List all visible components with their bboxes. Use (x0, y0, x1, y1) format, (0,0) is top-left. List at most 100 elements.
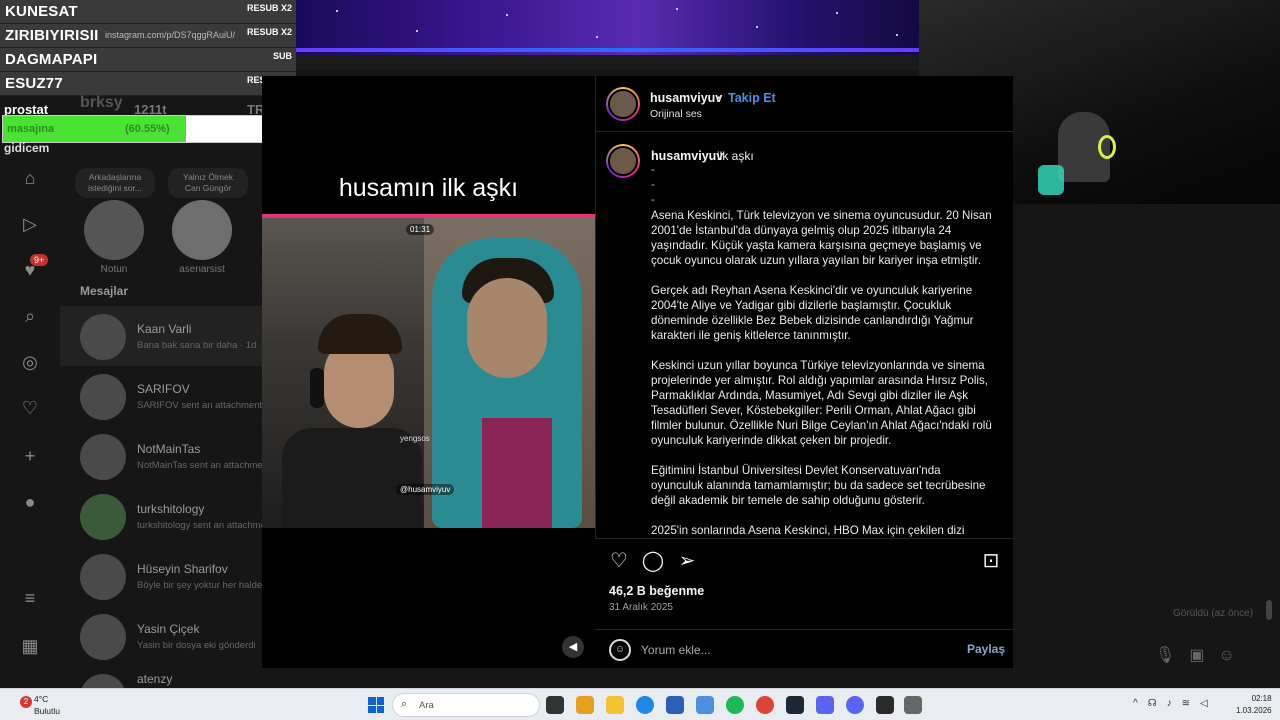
image-icon[interactable]: ▣ (1189, 647, 1204, 664)
overlay-text: gidicem (4, 141, 50, 155)
chat-item[interactable]: NotMainTas NotMainTas sent an attachment (60, 426, 262, 486)
app-icon[interactable] (816, 696, 834, 714)
chat-name: atenzy (137, 672, 173, 686)
goal-label: masajına (7, 123, 55, 135)
chat-name: NotMainTas (137, 442, 201, 456)
chat-item[interactable]: SARIFOV SARIFOV sent an attachment (60, 366, 262, 426)
sub-alert: KUNESAT RESUB X2 (0, 0, 296, 24)
post-media[interactable]: husamın ilk aşkı 01:31 yengsos @husamviy… (262, 76, 595, 668)
microphone-icon[interactable]: 🎙 (1155, 647, 1175, 664)
separator-dot: • (717, 91, 722, 105)
wifi-icon[interactable]: ≋ (1182, 698, 1190, 709)
caption-paragraph: Asena Keskinci, Türk televizyon ve sinem… (651, 209, 992, 267)
post-actions: ♡ ◯ ➢ ⊡ 46,2 B beğenme 31 Aralık 2025 ☺ … (595, 538, 1013, 668)
chat-name: Kaan Varli (137, 322, 192, 336)
store-icon[interactable] (666, 696, 684, 714)
search-icon[interactable]: ⌕ (18, 304, 42, 328)
caption-dash: - (651, 164, 655, 176)
chat-item[interactable]: atenzy (60, 666, 262, 688)
chevron-up-icon[interactable]: ^ (1133, 698, 1138, 709)
note-item[interactable]: asenarsist (170, 200, 234, 275)
comment-icon[interactable]: ◯ (641, 549, 665, 573)
home-icon[interactable]: ⌂ (18, 166, 42, 190)
dm-sidebar: Arkadaşlarına istediğini sor... Yalnız Ö… (60, 160, 262, 688)
volume-icon[interactable]: ◁ (1200, 698, 1208, 709)
author-avatar[interactable] (606, 87, 640, 121)
search-icon: ⌕ (401, 698, 408, 710)
weather-badge: 2 (20, 696, 32, 708)
file-explorer-icon[interactable] (606, 696, 624, 714)
menu-icon[interactable]: ≡ (18, 586, 42, 610)
emoji-icon[interactable]: ☺ (609, 639, 631, 661)
caption-author[interactable]: husamviyuv (651, 149, 723, 163)
video-timer: 01:31 (406, 224, 435, 235)
sub-name: DAGMAPAPI (5, 51, 98, 68)
scrollbar[interactable] (1266, 600, 1272, 620)
chat-preview: Böyle bir şey yoktur her halde (137, 580, 262, 591)
settings-icon[interactable] (904, 696, 922, 714)
messages-title: Mesajlar (80, 284, 129, 298)
steam-icon[interactable] (786, 696, 804, 714)
post-comment-button[interactable]: Paylaş (967, 642, 1005, 656)
goal-percent: (60.55%) (125, 123, 170, 135)
like-icon[interactable]: ♡ (607, 549, 631, 573)
seen-status: Görüldü (az önce) (1173, 608, 1254, 619)
person-face (467, 278, 547, 378)
chat-name: Yasin Çiçek (137, 622, 200, 636)
chat-name: SARIFOV (137, 382, 190, 396)
edge-icon[interactable] (636, 696, 654, 714)
follow-button[interactable]: Takip Et (728, 91, 776, 105)
microphone-icon[interactable]: ♪ (1167, 698, 1172, 709)
notification-badge: 9+ (30, 254, 49, 266)
comment-input[interactable] (641, 639, 941, 661)
explore-icon[interactable]: ◎ (18, 350, 42, 374)
chat-item[interactable]: turkshitology turkshitology sent an atta… (60, 486, 262, 546)
heart-icon[interactable]: ♡ (18, 396, 42, 420)
donor-row: prostat brksy 1211t TRY2000 (0, 94, 306, 117)
mute-button[interactable]: ◀ (562, 636, 584, 658)
start-icon[interactable] (368, 697, 384, 713)
author-avatar[interactable] (606, 144, 640, 178)
note-item[interactable]: Notun (82, 200, 146, 275)
author-username[interactable]: husamviyuv (650, 91, 722, 105)
date: 1.03.2026 (1236, 706, 1272, 715)
profile-icon[interactable]: ● (18, 490, 42, 514)
chat-item[interactable]: Yasin Çiçek Yasin bir dosya eki gönderdi (60, 606, 262, 666)
audio-label[interactable]: Orijinal ses (650, 108, 702, 120)
spotify-icon[interactable] (726, 696, 744, 714)
sub-name: ESUZ77 (5, 75, 63, 92)
avatar (80, 374, 126, 420)
copilot-icon[interactable] (576, 696, 594, 714)
caption-title: ilk aşkı (717, 149, 754, 163)
app-icon[interactable] (696, 696, 714, 714)
video-handle: @husamviyuv (396, 484, 455, 495)
video-frame[interactable]: 01:31 yengsos @husamviyuv (262, 214, 595, 528)
apps-icon[interactable]: ▦ (18, 634, 42, 658)
network-icon[interactable]: ☊ (1148, 698, 1157, 709)
chrome-icon[interactable] (756, 696, 774, 714)
caption-paragraph: Eğitimini İstanbul Üniversitesi Devlet K… (651, 464, 986, 507)
chat-item[interactable]: Kaan Varli Bana bak sana bir daha · 1d (60, 306, 262, 366)
chat-preview: SARIFOV sent an attachment (137, 400, 262, 411)
taskview-icon[interactable] (546, 696, 564, 714)
system-tray: ^ ☊ ♪ ≋ ◁ (1133, 698, 1218, 709)
note-name: Notun (100, 264, 128, 275)
discord-icon[interactable] (846, 696, 864, 714)
video-watermark: yengsos (400, 434, 430, 443)
share-icon[interactable]: ➢ (675, 549, 699, 573)
galaxy-banner (296, 0, 919, 55)
bookmark-icon[interactable]: ⊡ (979, 549, 1003, 573)
like-count[interactable]: 46,2 B beğenme (609, 584, 704, 598)
note-bubble[interactable]: Yalnız Ölmek Can Güngör (168, 168, 248, 198)
lamp-light (1038, 165, 1064, 195)
video-caption: husamın ilk aşkı (338, 174, 519, 202)
reels-icon[interactable]: ▷ (18, 212, 42, 236)
app-icon[interactable] (876, 696, 894, 714)
clock[interactable]: 02:18 1.03.2026 (1236, 693, 1272, 717)
chat-item[interactable]: Hüseyin Sharifov Böyle bir şey yoktur he… (60, 546, 262, 606)
note-bubble[interactable]: Arkadaşlarına istediğini sor... (75, 168, 155, 198)
sub-name: ZIRIBIYIRISII (5, 27, 99, 44)
create-icon[interactable]: + (18, 444, 42, 468)
sticker-icon[interactable]: ☺ (1218, 647, 1234, 664)
taskbar-search[interactable]: ⌕ Ara (392, 693, 540, 717)
